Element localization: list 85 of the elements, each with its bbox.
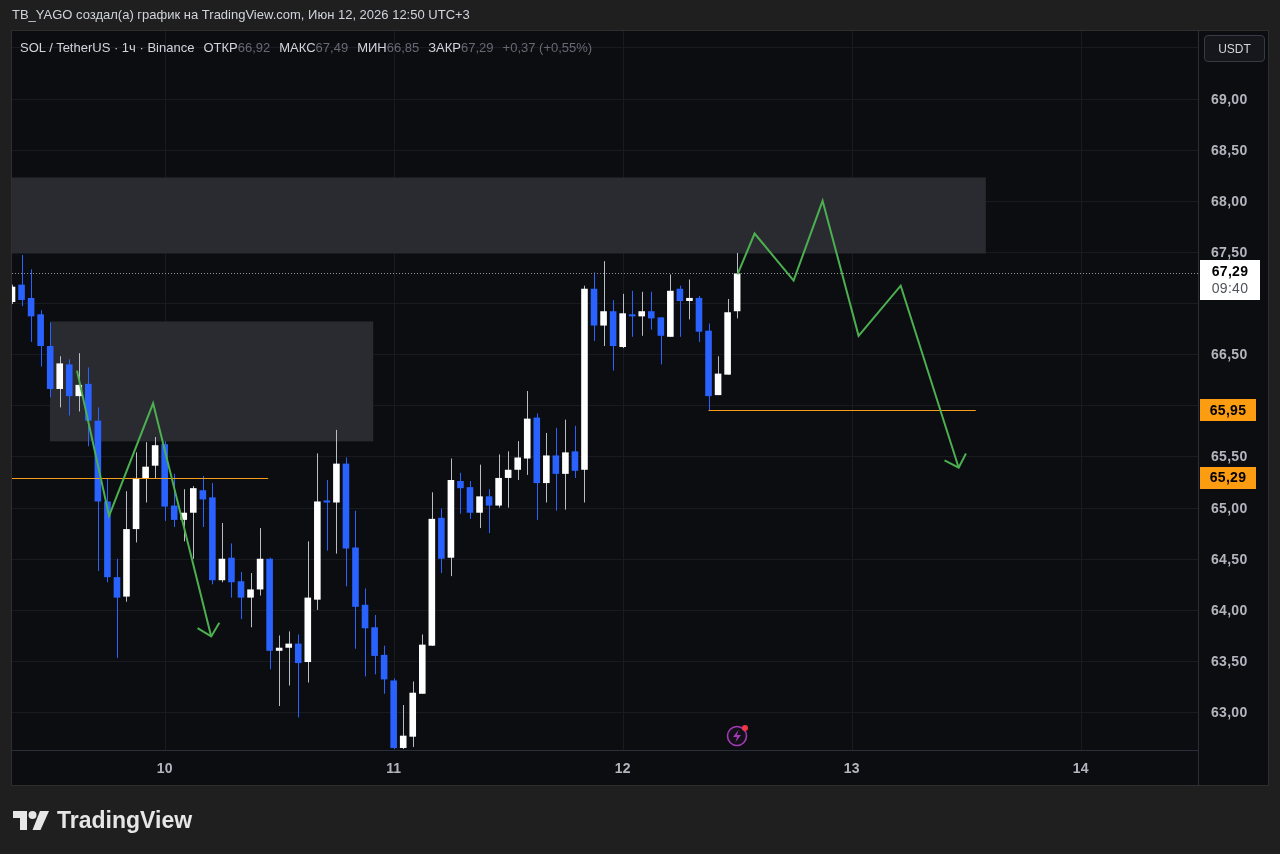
candle <box>256 528 264 596</box>
candle <box>399 705 407 749</box>
ohlc-value: 67,29 <box>461 40 494 56</box>
chart-pane[interactable]: SOL / TetherUS · 1ч · Binance ОТКР66,92 МАКС67,49 МИН66,85 ЗАКР67,29 +0,37 (+0,55%) <box>12 31 1198 750</box>
last-price: 67,29 <box>1211 263 1249 281</box>
candle <box>667 274 674 337</box>
price-label: 66,50 <box>1211 346 1248 363</box>
candle <box>228 543 235 598</box>
price-label: 65,50 <box>1211 448 1248 465</box>
ohlc-value: 66,85 <box>386 40 420 56</box>
price-label: 69,00 <box>1211 90 1248 107</box>
candle <box>18 255 25 307</box>
candle <box>638 291 646 336</box>
ohlc-label: МИН <box>357 40 387 56</box>
candle <box>218 522 226 583</box>
candle <box>275 635 283 706</box>
ohlc-label: ОТКР <box>203 40 238 56</box>
candle <box>485 489 493 534</box>
level-price-tag: 65,95 <box>1200 399 1256 422</box>
symbol-label[interactable]: SOL / TetherUS · 1ч · Binance <box>20 40 195 56</box>
price-change: +0,37 (+0,55%) <box>502 40 593 56</box>
level-price-tag: 65,29 <box>1200 466 1256 489</box>
price-label: 68,00 <box>1211 192 1248 209</box>
ohlc-value: 67,49 <box>315 40 349 56</box>
date-label: 13 <box>843 760 860 776</box>
candle <box>438 508 445 574</box>
candle <box>390 678 397 749</box>
candle <box>628 290 636 337</box>
candle <box>476 464 483 529</box>
candle <box>571 425 579 478</box>
candle <box>686 279 693 320</box>
candle <box>590 272 598 341</box>
candle <box>142 442 149 503</box>
price-label: 63,50 <box>1211 653 1248 669</box>
lightning-icon[interactable] <box>725 724 749 748</box>
candle <box>466 481 474 519</box>
candle <box>199 475 207 528</box>
candle <box>504 451 512 508</box>
candle <box>247 573 254 628</box>
price-axis[interactable]: USDT 65,95 65,29 67,29 09:40 63,00 63,50 64,00 64,50 65,00 65,50 66,50 67,50 68,00 68,50 69,00 <box>1198 31 1268 785</box>
candle <box>676 285 684 337</box>
candle <box>409 681 417 747</box>
bar-countdown: 09:40 <box>1211 280 1249 298</box>
date-label: 10 <box>156 760 173 776</box>
candle <box>12 284 16 305</box>
ohlc-label: МАКС <box>279 40 316 56</box>
price-label: 64,00 <box>1211 601 1248 618</box>
candle <box>37 310 44 367</box>
candle <box>237 572 245 620</box>
candle <box>619 293 626 349</box>
candle <box>170 473 178 528</box>
candle <box>733 252 741 319</box>
chart-caption: TB_YAGO создал(а) график на TradingView.com, Июн 12, 2026 12:50 UTC+3 <box>12 6 470 25</box>
logo-wordmark: TradingView <box>57 808 193 832</box>
candle <box>323 480 331 551</box>
candle <box>543 432 550 503</box>
candle <box>65 359 73 416</box>
candle <box>609 300 617 371</box>
date-label: 11 <box>386 760 402 776</box>
candle <box>285 631 292 686</box>
candle <box>180 489 188 542</box>
logo-icon <box>13 810 49 830</box>
candle <box>380 645 388 694</box>
candle <box>56 356 63 408</box>
candle <box>657 317 665 365</box>
candle <box>151 437 159 479</box>
price-label: 64,50 <box>1211 550 1248 567</box>
candle <box>648 291 655 330</box>
date-label: 12 <box>614 760 631 776</box>
candle <box>495 454 502 508</box>
candle <box>75 353 83 412</box>
price-label: 65,00 <box>1211 499 1248 516</box>
ohlc-label: ЗАКР <box>428 40 462 56</box>
currency-button[interactable]: USDT <box>1204 35 1265 62</box>
price-label: 67,50 <box>1211 243 1248 260</box>
candle <box>457 472 464 514</box>
candle <box>714 356 722 396</box>
candle <box>371 615 378 675</box>
price-label: 63,00 <box>1211 704 1248 721</box>
candle <box>419 634 426 694</box>
candle <box>514 441 521 480</box>
price-label: 68,50 <box>1211 141 1248 158</box>
candle <box>695 295 703 342</box>
ohlc-value: 66,92 <box>237 40 271 56</box>
date-label: 14 <box>1072 760 1089 776</box>
